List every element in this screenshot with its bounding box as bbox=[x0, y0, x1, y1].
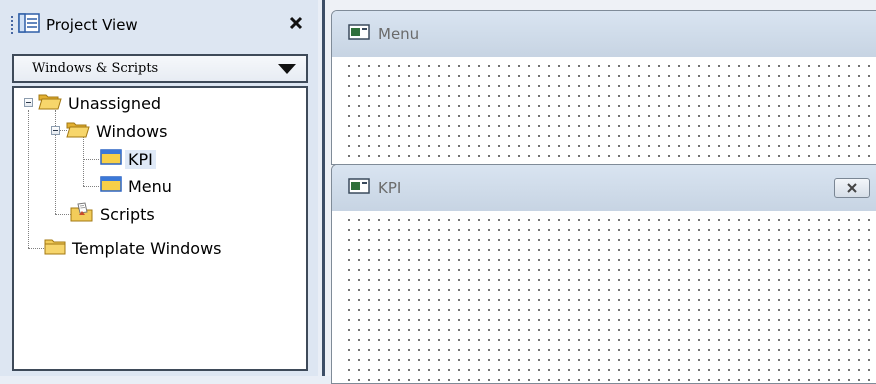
collapse-windows-icon[interactable] bbox=[51, 126, 60, 135]
tree-item-label: Unassigned bbox=[68, 93, 162, 113]
project-view-icon bbox=[18, 13, 40, 37]
tree-item-label: KPI bbox=[125, 149, 156, 169]
tree-connector bbox=[83, 186, 99, 187]
collapse-unassigned-icon[interactable] bbox=[24, 98, 33, 107]
menu-window-canvas[interactable] bbox=[340, 57, 876, 164]
close-icon bbox=[847, 183, 857, 193]
kpi-window-canvas[interactable] bbox=[340, 211, 876, 383]
menu-window[interactable]: Menu bbox=[331, 10, 876, 165]
kpi-window[interactable]: KPI bbox=[331, 164, 876, 384]
tree-item-unassigned[interactable]: Unassigned bbox=[38, 90, 161, 116]
window-icon bbox=[348, 24, 370, 44]
tree-item-label: Template Windows bbox=[72, 238, 222, 258]
project-tree: Unassigned Windows KPI Menu Scripts Temp… bbox=[12, 86, 308, 371]
tree-item-scripts[interactable]: Scripts bbox=[70, 201, 155, 227]
kpi-window-titlebar[interactable]: KPI bbox=[332, 165, 876, 211]
dropdown-arrow-icon[interactable] bbox=[278, 63, 296, 74]
open-folder-icon bbox=[66, 120, 90, 142]
tree-item-kpi[interactable]: KPI bbox=[100, 146, 156, 172]
menu-window-title: Menu bbox=[378, 25, 420, 43]
script-folder-icon bbox=[70, 202, 94, 226]
tree-item-template-windows[interactable]: Template Windows bbox=[44, 235, 222, 261]
view-selector-dropdown[interactable]: Windows & Scripts bbox=[12, 54, 308, 83]
tree-item-menu[interactable]: Menu bbox=[100, 173, 172, 199]
tree-item-label: Menu bbox=[128, 176, 172, 196]
tree-item-label: Windows bbox=[96, 121, 168, 141]
tree-item-label: Scripts bbox=[100, 204, 155, 224]
tree-item-windows[interactable]: Windows bbox=[66, 118, 167, 144]
folder-icon bbox=[44, 237, 66, 259]
panel-close-icon[interactable] bbox=[288, 15, 304, 31]
panel-title: Project View bbox=[46, 16, 138, 34]
project-view-panel: Project View Windows & Scripts Unassigne… bbox=[0, 0, 318, 376]
kpi-window-title: KPI bbox=[378, 179, 402, 197]
menu-window-titlebar[interactable]: Menu bbox=[332, 11, 876, 57]
view-selector-value: Windows & Scripts bbox=[32, 61, 159, 76]
tree-connector bbox=[28, 110, 29, 248]
tree-connector bbox=[83, 159, 99, 160]
mdi-workspace: Menu KPI bbox=[322, 0, 876, 384]
kpi-close-button[interactable] bbox=[834, 178, 870, 198]
window-icon bbox=[100, 149, 122, 169]
drag-grip-icon[interactable] bbox=[10, 15, 14, 35]
panel-header: Project View bbox=[2, 8, 314, 42]
window-icon bbox=[348, 178, 370, 198]
window-icon bbox=[100, 176, 122, 196]
open-folder-icon bbox=[38, 92, 62, 114]
